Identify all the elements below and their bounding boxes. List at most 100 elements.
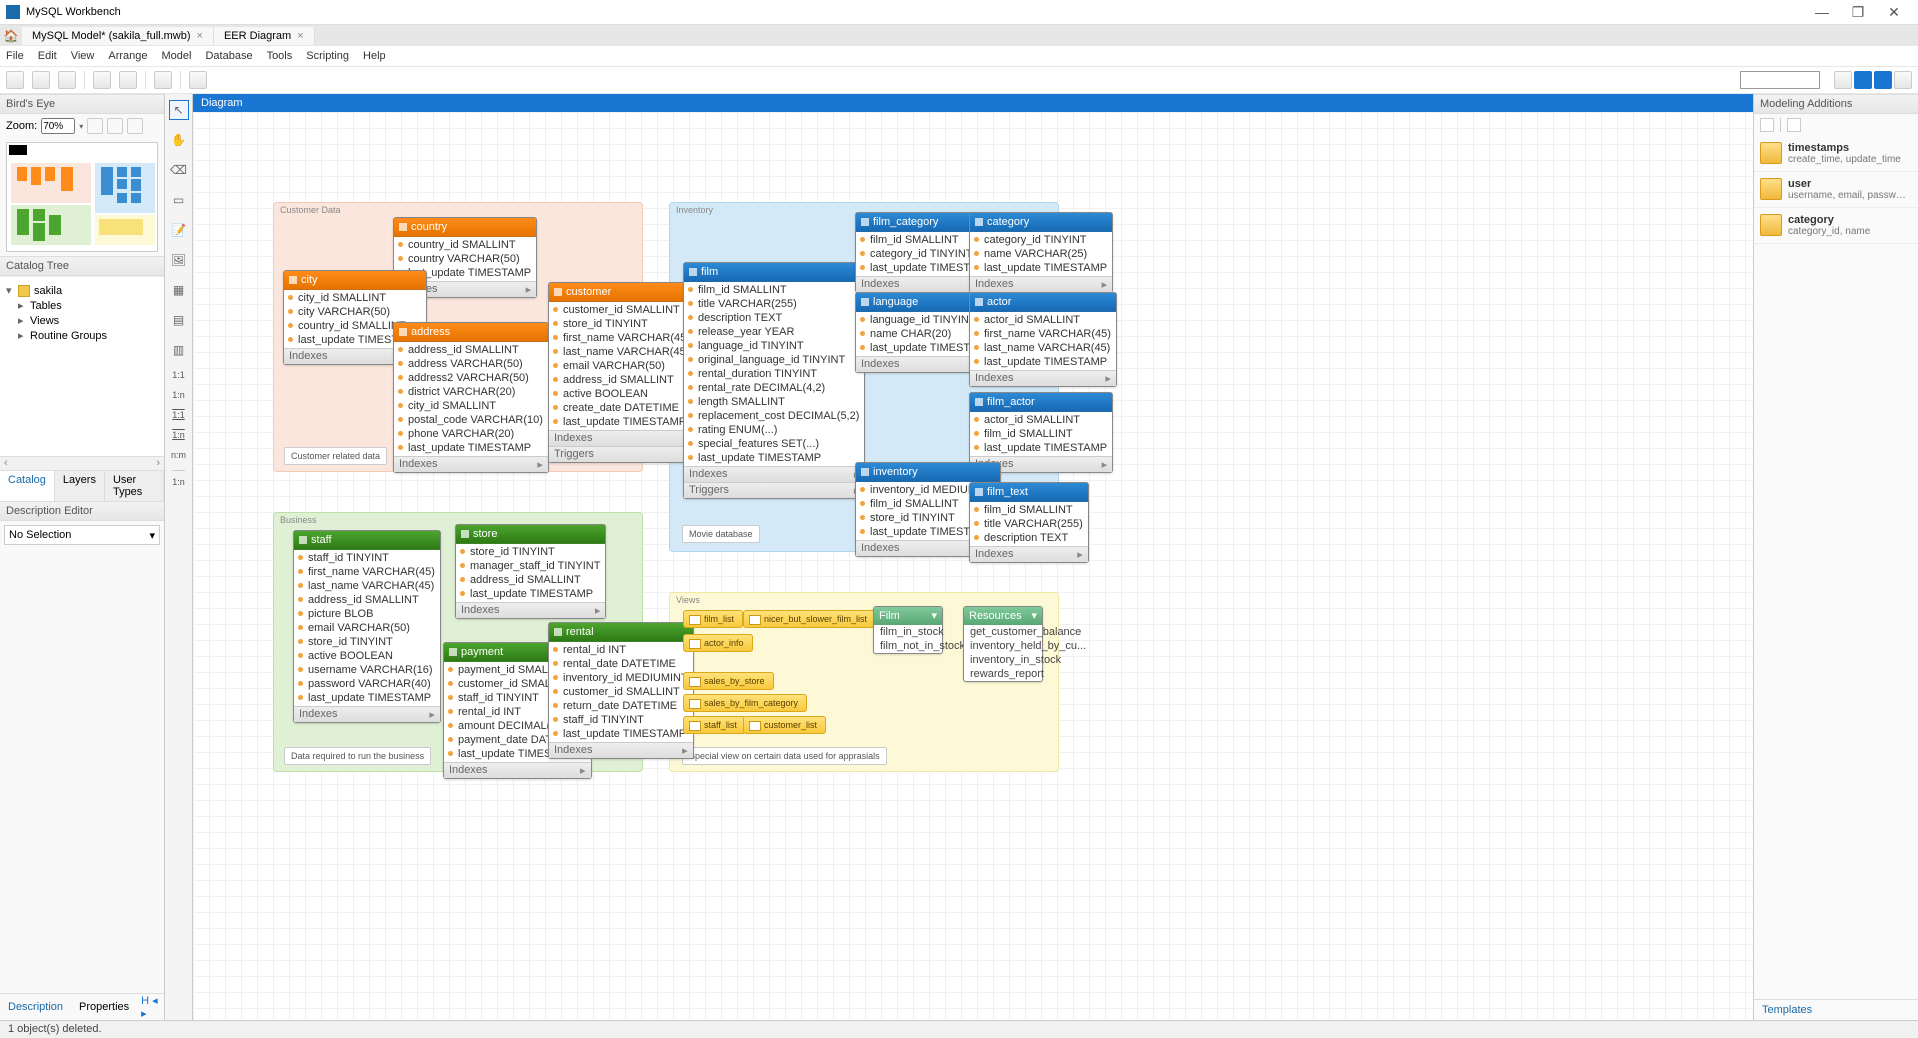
addition-category[interactable]: categorycategory_id, name: [1754, 208, 1918, 244]
view-nicer-but-slower[interactable]: nicer_but_slower_film_list: [743, 610, 876, 628]
view-customer-list[interactable]: customer_list: [743, 716, 826, 734]
tree-scroll[interactable]: ‹›: [0, 456, 164, 470]
menu-edit[interactable]: Edit: [38, 50, 57, 62]
tree-node-views[interactable]: ▸Views: [6, 313, 158, 328]
menu-database[interactable]: Database: [205, 50, 252, 62]
panel-toggle-3[interactable]: [1894, 71, 1912, 89]
menu-view[interactable]: View: [71, 50, 95, 62]
view-sales-by-store[interactable]: sales_by_store: [683, 672, 774, 690]
table-column: return_date DATETIME: [549, 699, 693, 713]
table-category[interactable]: category category_id TINYINTname VARCHAR…: [969, 212, 1113, 293]
home-tab[interactable]: 🏠: [0, 29, 22, 43]
close-button[interactable]: ✕: [1876, 4, 1912, 21]
menu-model[interactable]: Model: [162, 50, 192, 62]
tab-description[interactable]: Description: [0, 998, 71, 1016]
tree-node-tables[interactable]: ▸Tables: [6, 298, 158, 313]
table-store[interactable]: store store_id TINYINTmanager_staff_id T…: [455, 524, 606, 619]
note-business[interactable]: Data required to run the business: [284, 747, 431, 765]
description-selector[interactable]: No Selection▾: [4, 525, 160, 545]
rel-11-id-tool[interactable]: 1:1: [172, 410, 185, 420]
zoom-out-button[interactable]: [87, 118, 103, 134]
table-address[interactable]: address address_id SMALLINTaddress VARCH…: [393, 322, 549, 473]
view-film-list[interactable]: film_list: [683, 610, 743, 628]
routine-group-tool[interactable]: ▥: [169, 340, 189, 360]
tab-eer-diagram[interactable]: EER Diagram×: [214, 27, 315, 45]
search-input[interactable]: [1740, 71, 1820, 89]
close-icon[interactable]: ×: [197, 30, 203, 42]
view-actor-info[interactable]: actor_info: [683, 634, 753, 652]
history-nav[interactable]: H ◂ ▸: [137, 994, 164, 1020]
panel-toggle-2[interactable]: [1874, 71, 1892, 89]
catalog-tree[interactable]: ▾sakila ▸Tables ▸Views ▸Routine Groups: [0, 276, 164, 456]
note-customer[interactable]: Customer related data: [284, 447, 387, 465]
rel-11-tool[interactable]: 1:1: [172, 370, 185, 380]
tab-templates[interactable]: Templates: [1754, 999, 1918, 1020]
birdseye-header: Bird's Eye: [0, 94, 164, 114]
table-film-text[interactable]: film_text film_id SMALLINTtitle VARCHAR(…: [969, 482, 1089, 563]
table-column: rating ENUM(...): [684, 423, 864, 437]
rel-1n-id-tool[interactable]: 1:n: [172, 430, 185, 440]
zoom-input[interactable]: [41, 118, 75, 134]
rel-nm-tool[interactable]: n:m: [171, 450, 186, 460]
note-inventory[interactable]: Movie database: [682, 525, 760, 543]
layer-button[interactable]: [189, 71, 207, 89]
separator: [1780, 118, 1781, 132]
view-staff-list[interactable]: staff_list: [683, 716, 746, 734]
undo-button[interactable]: [93, 71, 111, 89]
birdseye-navigator[interactable]: [6, 142, 158, 252]
table-rental[interactable]: rental rental_id INTrental_date DATETIME…: [548, 622, 694, 759]
hand-tool[interactable]: ✋: [169, 130, 189, 150]
table-film[interactable]: film film_id SMALLINTtitle VARCHAR(255)d…: [683, 262, 865, 499]
rel-1n-existing-tool[interactable]: 1:n: [172, 470, 185, 487]
addition-timestamps[interactable]: timestampscreate_time, update_time: [1754, 136, 1918, 172]
routine-group-film[interactable]: Film▾ film_in_stock film_not_in_stock: [873, 606, 943, 654]
validate-button[interactable]: [154, 71, 172, 89]
table-tool[interactable]: ▦: [169, 280, 189, 300]
note-tool[interactable]: 📝: [169, 220, 189, 240]
table-customer[interactable]: customer customer_id SMALLINTstore_id TI…: [548, 282, 696, 463]
new-file-button[interactable]: [6, 71, 24, 89]
addition-user[interactable]: userusername, email, passwor...: [1754, 172, 1918, 208]
eraser-tool[interactable]: ⌫: [169, 160, 189, 180]
menu-arrange[interactable]: Arrange: [108, 50, 147, 62]
routine-group-resources[interactable]: Resources▾ get_customer_balance inventor…: [963, 606, 1043, 682]
add-template-button[interactable]: [1760, 118, 1774, 132]
view-tool[interactable]: ▤: [169, 310, 189, 330]
minimize-button[interactable]: —: [1804, 4, 1840, 20]
table-column: country_id SMALLINT: [394, 238, 536, 252]
tab-model[interactable]: MySQL Model* (sakila_full.mwb)×: [22, 27, 214, 45]
tab-properties[interactable]: Properties: [71, 998, 137, 1016]
maximize-button[interactable]: ❐: [1840, 4, 1876, 21]
refresh-button[interactable]: [1787, 118, 1801, 132]
menu-scripting[interactable]: Scripting: [306, 50, 349, 62]
layer-tool[interactable]: ▭: [169, 190, 189, 210]
save-button[interactable]: [58, 71, 76, 89]
tab-layers[interactable]: Layers: [55, 471, 105, 501]
menubar: File Edit View Arrange Model Database To…: [0, 46, 1918, 66]
tree-node-routine-groups[interactable]: ▸Routine Groups: [6, 328, 158, 343]
panel-toggle-1[interactable]: [1854, 71, 1872, 89]
find-button[interactable]: [1834, 71, 1852, 89]
pointer-tool[interactable]: ↖: [169, 100, 189, 120]
table-staff[interactable]: staff staff_id TINYINTfirst_name VARCHAR…: [293, 530, 441, 723]
template-icon: [1760, 214, 1782, 236]
close-icon[interactable]: ×: [297, 30, 303, 42]
tab-user-types[interactable]: User Types: [105, 471, 164, 501]
table-actor[interactable]: actor actor_id SMALLINTfirst_name VARCHA…: [969, 292, 1117, 387]
menu-tools[interactable]: Tools: [267, 50, 293, 62]
tree-node-db[interactable]: ▾sakila: [6, 283, 158, 298]
zoom-fit-button[interactable]: [107, 118, 123, 134]
menu-help[interactable]: Help: [363, 50, 386, 62]
zoom-in-button[interactable]: [127, 118, 143, 134]
dropdown-icon[interactable]: ▾: [79, 122, 83, 131]
redo-button[interactable]: [119, 71, 137, 89]
image-tool[interactable]: 🖼: [169, 250, 189, 270]
open-file-button[interactable]: [32, 71, 50, 89]
menu-file[interactable]: File: [6, 50, 24, 62]
tab-catalog[interactable]: Catalog: [0, 471, 55, 501]
rel-1n-tool[interactable]: 1:n: [172, 390, 185, 400]
diagram-canvas[interactable]: Customer Data Customer related data Inve…: [193, 112, 1753, 1020]
view-sales-by-film-category[interactable]: sales_by_film_category: [683, 694, 807, 712]
table-film-actor[interactable]: film_actor actor_id SMALLINTfilm_id SMAL…: [969, 392, 1113, 473]
note-views[interactable]: Special view on certain data used for ap…: [682, 747, 887, 765]
